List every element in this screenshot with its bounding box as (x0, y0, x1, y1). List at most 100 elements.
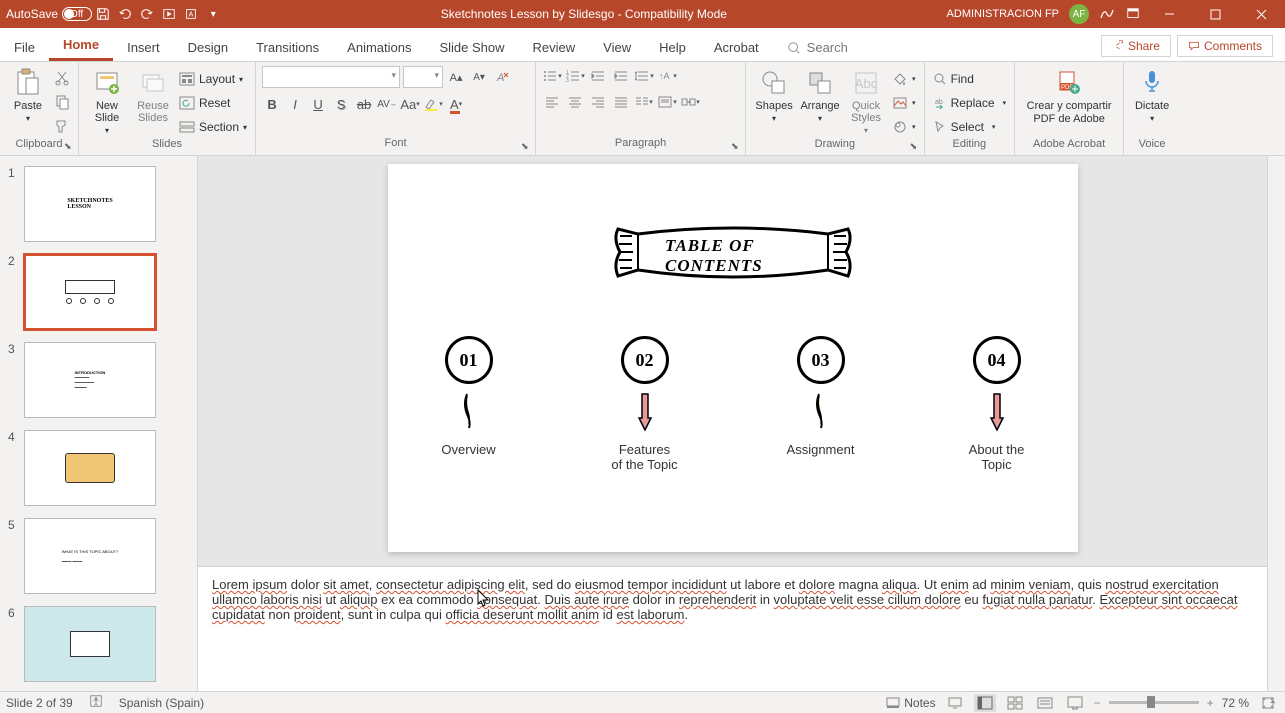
columns-icon[interactable]: ▾ (634, 92, 654, 112)
ribbon-display-icon[interactable] (1125, 6, 1141, 22)
bullets-icon[interactable]: ▾ (542, 66, 562, 86)
underline-button[interactable]: U (308, 94, 328, 114)
italic-button[interactable]: I (285, 94, 305, 114)
font-family-dropdown[interactable] (262, 66, 400, 88)
undo-icon[interactable] (117, 6, 133, 22)
share-button[interactable]: Share (1101, 35, 1171, 57)
increase-font-icon[interactable]: A▴ (446, 67, 466, 87)
tab-review[interactable]: Review (519, 34, 590, 61)
bold-button[interactable]: B (262, 94, 282, 114)
collapse-ribbon-icon[interactable]: ⌃ (1269, 700, 1277, 711)
font-dialog-launcher[interactable]: ⬊ (521, 141, 533, 153)
slide-thumbnails[interactable]: 1 SKETCHNOTESLESSON 2 3 INTRODUCTION━━━━… (0, 156, 198, 691)
tab-home[interactable]: Home (49, 31, 113, 61)
tab-acrobat[interactable]: Acrobat (700, 34, 773, 61)
maximize-button[interactable] (1197, 0, 1233, 28)
align-left-icon[interactable] (542, 92, 562, 112)
numbering-icon[interactable]: 123▾ (565, 66, 585, 86)
shape-effects-button[interactable]: ▾ (890, 116, 918, 138)
clear-formatting-icon[interactable]: A (492, 67, 512, 87)
save-icon[interactable] (95, 6, 111, 22)
arrange-button[interactable]: Arrange▾ (798, 66, 842, 138)
close-button[interactable] (1243, 0, 1279, 28)
increase-indent-icon[interactable] (611, 66, 631, 86)
align-center-icon[interactable] (565, 92, 585, 112)
new-slide-button[interactable]: New Slide ▾ (85, 66, 129, 138)
select-button[interactable]: Select▾ (931, 116, 1009, 138)
user-avatar[interactable]: AF (1069, 4, 1089, 24)
justify-icon[interactable] (611, 92, 631, 112)
start-from-beginning-icon[interactable] (161, 6, 177, 22)
decrease-font-icon[interactable]: A▾ (469, 67, 489, 87)
slide-canvas[interactable]: TABLE OF CONTENTS 01 Overview 02 Feature… (388, 164, 1078, 552)
paragraph-dialog-launcher[interactable]: ⬊ (731, 141, 743, 153)
slideshow-view-icon[interactable] (1064, 694, 1086, 712)
strikethrough-button[interactable]: ab (354, 94, 374, 114)
qat-item-icon[interactable]: A (183, 6, 199, 22)
accessibility-icon[interactable] (89, 694, 103, 711)
font-size-dropdown[interactable] (403, 66, 443, 88)
text-direction-icon[interactable]: ↑A▾ (657, 66, 677, 86)
slide-counter[interactable]: Slide 2 of 39 (6, 696, 73, 710)
font-color-icon[interactable]: A▾ (446, 94, 466, 114)
zoom-out-button[interactable]: − (1094, 696, 1101, 710)
layout-button[interactable]: Layout▾ (177, 68, 249, 90)
dictate-button[interactable]: Dictate▾ (1130, 66, 1174, 138)
search-box[interactable]: Search (773, 34, 862, 61)
display-settings-icon[interactable] (944, 694, 966, 712)
reading-view-icon[interactable] (1034, 694, 1056, 712)
thumbnail-5[interactable]: 5 WHAT IS THIS TOPIC ABOUT?━━━━ ━━━━ (0, 516, 197, 604)
align-text-icon[interactable]: ▾ (657, 92, 677, 112)
slide-sorter-icon[interactable] (1004, 694, 1026, 712)
section-button[interactable]: Section▾ (177, 116, 249, 138)
tab-slideshow[interactable]: Slide Show (425, 34, 518, 61)
qat-customize-icon[interactable]: ▾ (205, 6, 221, 22)
quick-styles-button[interactable]: Abc Quick Styles▾ (844, 66, 888, 138)
paste-button[interactable]: Paste ▾ (6, 66, 50, 138)
thumbnail-1[interactable]: 1 SKETCHNOTESLESSON (0, 164, 197, 252)
drawing-dialog-launcher[interactable]: ⬊ (910, 141, 922, 153)
align-right-icon[interactable] (588, 92, 608, 112)
zoom-level[interactable]: 72 % (1222, 696, 1249, 710)
thumbnail-3[interactable]: 3 INTRODUCTION━━━━━━━━━━━━━━━━━━━ (0, 340, 197, 428)
shadow-button[interactable]: S (331, 94, 351, 114)
shapes-button[interactable]: Shapes▾ (752, 66, 796, 138)
notes-pane[interactable]: Lorem ipsum dolor sit amet, consectetur … (198, 566, 1267, 691)
tab-insert[interactable]: Insert (113, 34, 174, 61)
thumbnail-4[interactable]: 4 (0, 428, 197, 516)
zoom-in-button[interactable]: + (1207, 696, 1214, 710)
comments-button[interactable]: Comments (1177, 35, 1273, 57)
coming-soon-icon[interactable] (1099, 6, 1115, 22)
copy-icon[interactable] (52, 92, 72, 112)
find-button[interactable]: Find (931, 68, 1009, 90)
tab-help[interactable]: Help (645, 34, 700, 61)
tab-file[interactable]: File (0, 34, 49, 61)
change-case-icon[interactable]: Aa▾ (400, 94, 420, 114)
cut-icon[interactable] (52, 68, 72, 88)
notes-toggle[interactable]: Notes (886, 696, 935, 710)
normal-view-icon[interactable] (974, 694, 996, 712)
tab-design[interactable]: Design (174, 34, 242, 61)
tab-view[interactable]: View (589, 34, 645, 61)
character-spacing-icon[interactable]: AV↔ (377, 94, 397, 114)
smartart-icon[interactable]: ▾ (680, 92, 700, 112)
redo-icon[interactable] (139, 6, 155, 22)
adobe-create-button[interactable]: PDF Crear y compartir PDF de Adobe (1021, 66, 1117, 138)
minimize-button[interactable] (1151, 0, 1187, 28)
zoom-slider[interactable] (1109, 701, 1199, 704)
language-indicator[interactable]: Spanish (Spain) (119, 696, 204, 710)
decrease-indent-icon[interactable] (588, 66, 608, 86)
replace-button[interactable]: abReplace▾ (931, 92, 1009, 114)
tab-animations[interactable]: Animations (333, 34, 425, 61)
clipboard-dialog-launcher[interactable]: ⬊ (64, 141, 76, 153)
thumbnail-2[interactable]: 2 (0, 252, 197, 340)
shape-outline-button[interactable]: ▾ (890, 92, 918, 114)
highlight-icon[interactable]: ▾ (423, 94, 443, 114)
shape-fill-button[interactable]: ▾ (890, 68, 918, 90)
tab-transitions[interactable]: Transitions (242, 34, 333, 61)
vertical-scrollbar[interactable] (1267, 156, 1285, 691)
autosave-toggle[interactable]: AutoSave Off (6, 7, 89, 21)
toggle-switch[interactable] (62, 7, 92, 21)
line-spacing-icon[interactable]: ▾ (634, 66, 654, 86)
format-painter-icon[interactable] (52, 116, 72, 136)
